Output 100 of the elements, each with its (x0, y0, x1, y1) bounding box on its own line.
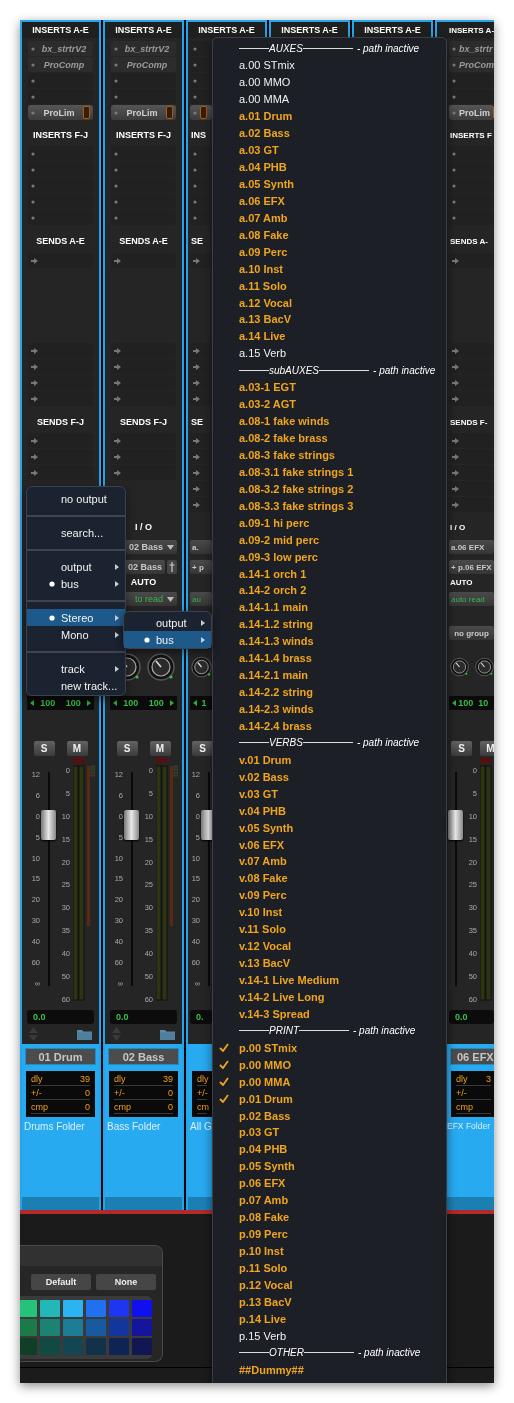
menu-item[interactable]: a.08-3.1 fake strings 1 (213, 463, 446, 481)
mute-button[interactable]: M (480, 741, 494, 756)
insert-slot[interactable]: bx_strtr (449, 41, 494, 56)
menu-item[interactable]: a.08-1 fake winds (213, 412, 446, 430)
send-slot[interactable] (190, 375, 212, 390)
menu-item[interactable]: a.08-2 fake brass (213, 429, 446, 447)
insert-slot[interactable] (190, 210, 212, 225)
caret-right-icon[interactable] (170, 700, 174, 706)
color-swatch[interactable] (86, 1300, 106, 1317)
bus-selector[interactable]: + p (190, 560, 212, 574)
menu-item[interactable]: Mono (27, 626, 125, 643)
fader-handle[interactable] (124, 809, 139, 840)
color-swatch[interactable] (109, 1338, 129, 1355)
output-selector[interactable]: a.06 EFX (449, 540, 494, 554)
send-slot[interactable] (449, 433, 494, 448)
send-slot[interactable] (190, 253, 212, 268)
menu-item[interactable]: ##Dummy## (213, 1361, 446, 1379)
menu-item[interactable]: v.09 Perc (213, 886, 446, 904)
menu-item[interactable]: p.15 Verb (213, 1327, 446, 1345)
mute-button[interactable]: M (66, 741, 88, 756)
color-swatch[interactable] (40, 1319, 60, 1336)
menu-item[interactable]: search... (27, 524, 125, 541)
menu-item[interactable]: a.08-3.2 fake strings 2 (213, 480, 446, 498)
menu-item[interactable]: a.14-2 orch 2 (213, 582, 446, 599)
insert-slot[interactable]: ProLim (28, 105, 93, 120)
menu-item[interactable]: a.09-1 hi perc (213, 514, 446, 532)
group-selector[interactable]: no group (449, 626, 494, 640)
menu-item[interactable]: a.14-2.4 brass (213, 717, 446, 735)
split-icon[interactable] (167, 560, 177, 574)
send-slot[interactable] (449, 391, 494, 406)
insert-slot[interactable] (190, 57, 212, 72)
insert-slot[interactable] (190, 146, 212, 161)
menu-item[interactable]: p.09 Perc (213, 1225, 446, 1243)
insert-slot[interactable]: ProComp (28, 57, 93, 72)
folder-icon[interactable] (77, 1028, 92, 1040)
menu-item[interactable]: p.13 BacV (213, 1293, 446, 1311)
menu-item[interactable]: v.01 Drum (213, 751, 446, 769)
menu-item[interactable]: a.02 Bass (213, 124, 446, 142)
send-slot[interactable] (449, 359, 494, 374)
menu-item[interactable]: output (124, 614, 211, 631)
menu-item[interactable]: a.13 BacV (213, 311, 446, 328)
menu-item[interactable]: v.05 Synth (213, 819, 446, 837)
color-swatch[interactable] (20, 1338, 37, 1355)
menu-item[interactable]: p.01 Drum (213, 1090, 446, 1108)
palette-button[interactable]: Default (31, 1274, 91, 1290)
send-slot[interactable] (190, 359, 212, 374)
send-slot[interactable] (449, 465, 494, 480)
menu-item[interactable]: v.03 GT (213, 785, 446, 803)
menu-item[interactable]: a.14 Live (213, 327, 446, 345)
send-slot[interactable] (449, 481, 494, 496)
menu-item[interactable]: a.07 Amb (213, 209, 446, 227)
menu-item[interactable]: a.08-3.3 fake strings 3 (213, 497, 446, 515)
menu-item[interactable]: v.10 Inst (213, 903, 446, 921)
send-slot[interactable] (449, 375, 494, 390)
track-name[interactable]: 02 Bass (108, 1048, 179, 1065)
knob[interactable] (146, 653, 175, 681)
send-slot[interactable] (449, 449, 494, 464)
insert-slot[interactable]: bx_strtrV2 (111, 41, 176, 56)
send-slot[interactable] (190, 481, 212, 496)
menu-item[interactable]: a.00 MMA (213, 90, 446, 108)
folder-icon[interactable] (160, 1028, 175, 1040)
menu-item[interactable]: v.02 Bass (213, 768, 446, 786)
menu-item[interactable]: new track... (27, 677, 125, 694)
menu-item[interactable]: a.00 MMO (213, 73, 446, 91)
menu-item[interactable]: a.14-1.4 brass (213, 649, 446, 667)
menu-item[interactable]: v.13 BacV (213, 954, 446, 972)
insert-slot[interactable]: ProCom (449, 57, 494, 72)
fader-handle[interactable] (448, 809, 463, 840)
send-slot[interactable] (190, 449, 212, 464)
color-swatch[interactable] (63, 1319, 83, 1336)
send-slot[interactable] (190, 465, 212, 480)
automation-selector[interactable]: au (190, 592, 212, 606)
track-name[interactable]: 06 EFX (450, 1048, 494, 1065)
insert-slot[interactable] (190, 105, 212, 120)
output-selector[interactable]: a. (190, 540, 212, 554)
menu-item[interactable]: a.00 STmix (213, 56, 446, 74)
menu-item[interactable]: a.01 Drum (213, 107, 446, 125)
fader-handle[interactable] (41, 809, 56, 840)
menu-item[interactable]: a.11 Solo (213, 277, 446, 295)
send-slot[interactable] (190, 497, 212, 512)
menu-item[interactable]: p.00 MMO (213, 1056, 446, 1074)
menu-item[interactable]: a.09-3 low perc (213, 548, 446, 566)
insert-slot[interactable]: ProLim (111, 105, 176, 120)
menu-item[interactable]: a.08-3 fake strings (213, 446, 446, 464)
menu-item[interactable]: v.14-1 Live Medium (213, 971, 446, 989)
color-swatch[interactable] (86, 1338, 106, 1355)
color-swatch[interactable] (86, 1319, 106, 1336)
insert-slot[interactable] (190, 41, 212, 56)
send-slot[interactable] (190, 343, 212, 358)
color-swatch[interactable] (20, 1300, 37, 1317)
color-swatch[interactable] (63, 1300, 83, 1317)
menu-item[interactable]: Stereo (27, 609, 125, 626)
menu-item[interactable]: a.12 Vocal (213, 294, 446, 311)
menu-item[interactable]: p.00 MMA (213, 1073, 446, 1091)
caret-left-icon[interactable] (193, 700, 197, 706)
menu-item[interactable]: p.06 EFX (213, 1174, 446, 1192)
color-swatch[interactable] (40, 1300, 60, 1317)
menu-item[interactable]: v.12 Vocal (213, 937, 446, 955)
menu-item[interactable]: v.11 Solo (213, 920, 446, 938)
menu-item[interactable]: p.00 STmix (213, 1039, 446, 1057)
